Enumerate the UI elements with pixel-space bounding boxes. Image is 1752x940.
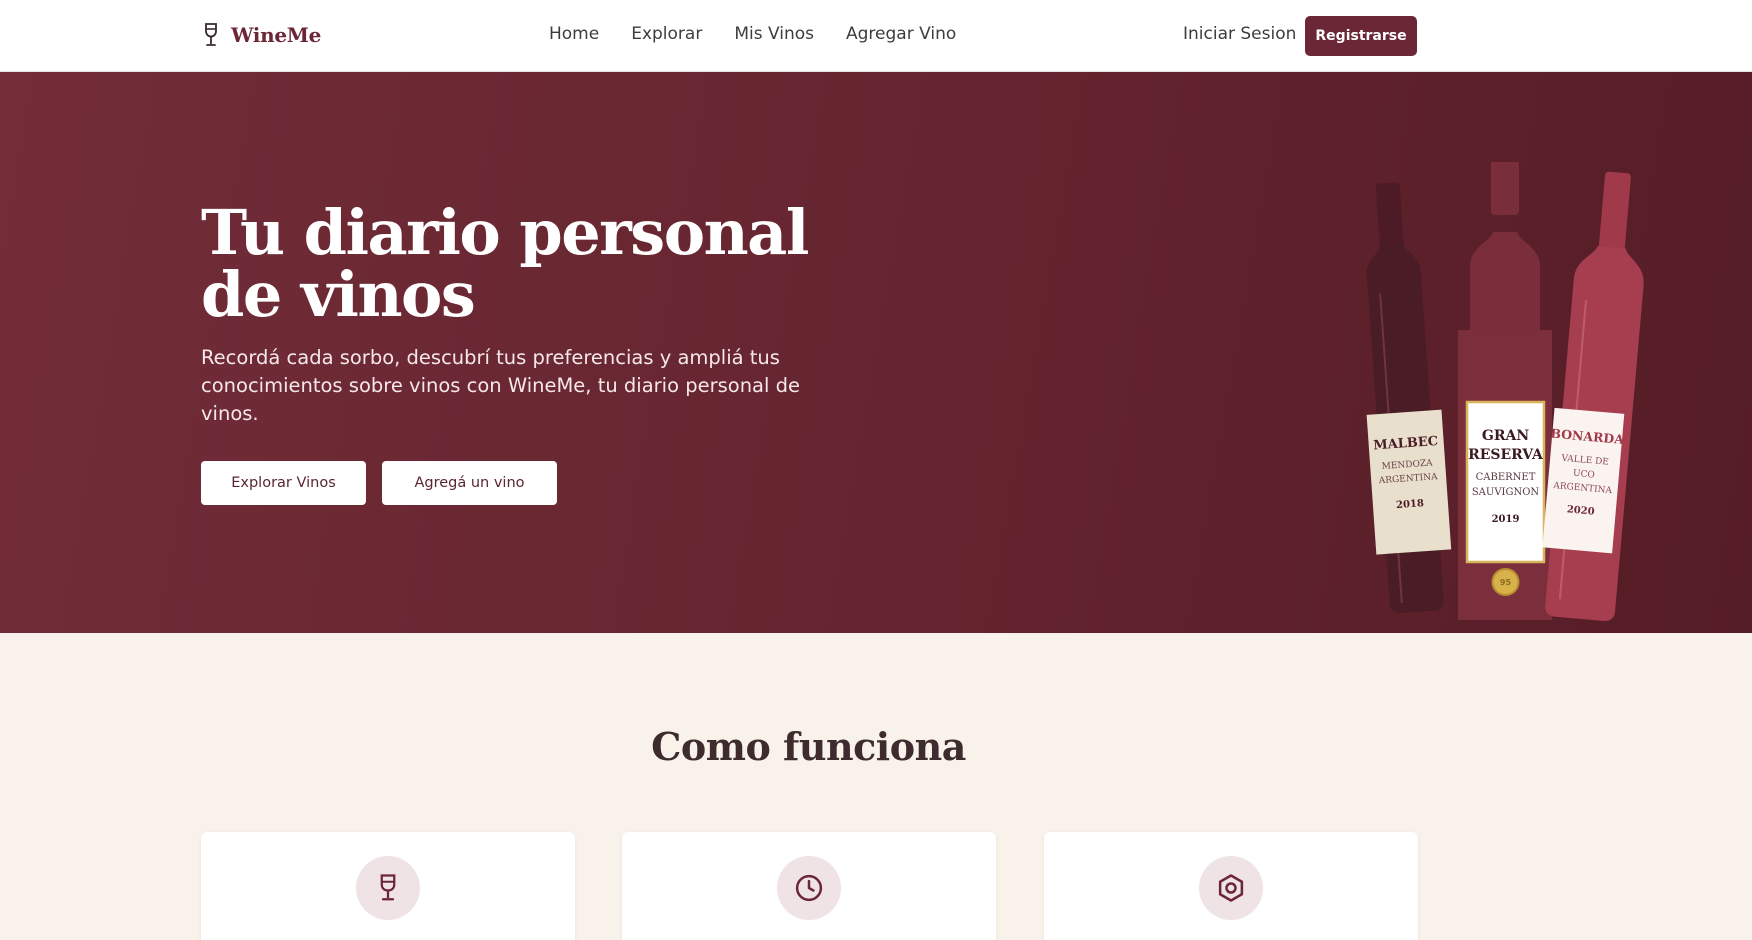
bottle-bonarda: BONARDA VALLE DE UCO ARGENTINA 2020: [1542, 171, 1644, 621]
gran-reserva-label-line-2: RESERVA: [1468, 447, 1544, 463]
register-button[interactable]: Registrarse: [1305, 16, 1417, 56]
brand-logo[interactable]: WineMe: [201, 22, 321, 48]
hero-title: Tu diario personal de vinos: [201, 196, 809, 331]
feature-card: [1044, 832, 1418, 940]
card-icon-circle: [1199, 856, 1263, 920]
wine-glass-icon: [205, 23, 217, 46]
feature-card: [201, 832, 575, 940]
gran-reserva-grape-2: SAUVIGNON: [1472, 487, 1540, 498]
card-icon-circle: [777, 856, 841, 920]
main-nav: Home Explorar Mis Vinos Agregar Vino: [549, 24, 956, 44]
nav-agregar-vino[interactable]: Agregar Vino: [846, 24, 956, 44]
how-it-works-title: Como funciona: [651, 724, 966, 769]
explore-wines-button[interactable]: Explorar Vinos: [201, 461, 366, 505]
nav-home[interactable]: Home: [549, 24, 599, 44]
hexagon-icon: [1218, 874, 1244, 902]
login-link[interactable]: Iniciar Sesion: [1183, 24, 1296, 44]
gran-reserva-year: 2019: [1492, 514, 1520, 525]
feature-card: [622, 832, 996, 940]
clock-icon: [795, 874, 823, 902]
brand-name: WineMe: [231, 23, 322, 47]
award-medal-score: 95: [1500, 578, 1512, 587]
malbec-label-year: 2018: [1396, 498, 1425, 511]
bonarda-region-2: UCO: [1573, 469, 1596, 481]
wine-bottles-illustration: MALBEC MENDOZA ARGENTINA 2018 GRAN RESER…: [1366, 162, 1644, 621]
gran-reserva-grape-1: CABERNET: [1476, 472, 1536, 483]
hero-subtitle: Recordá cada sorbo, descubrí tus prefere…: [201, 346, 800, 425]
hero-section: Tu diario personal de vinos Recordá cada…: [0, 72, 1752, 633]
card-icon-circle: [356, 856, 420, 920]
navbar: WineMe Home Explorar Mis Vinos Agregar V…: [0, 0, 1752, 72]
bottle-gran-reserva: GRAN RESERVA CABERNET SAUVIGNON 2019 95: [1458, 162, 1552, 620]
gran-reserva-label-line-1: GRAN: [1482, 428, 1529, 444]
add-wine-button[interactable]: Agregá un vino: [382, 461, 557, 505]
wine-glass-icon: [380, 874, 396, 901]
nav-mis-vinos[interactable]: Mis Vinos: [734, 24, 814, 44]
nav-explorar[interactable]: Explorar: [631, 24, 702, 44]
bottle-malbec: MALBEC MENDOZA ARGENTINA 2018: [1366, 182, 1452, 614]
